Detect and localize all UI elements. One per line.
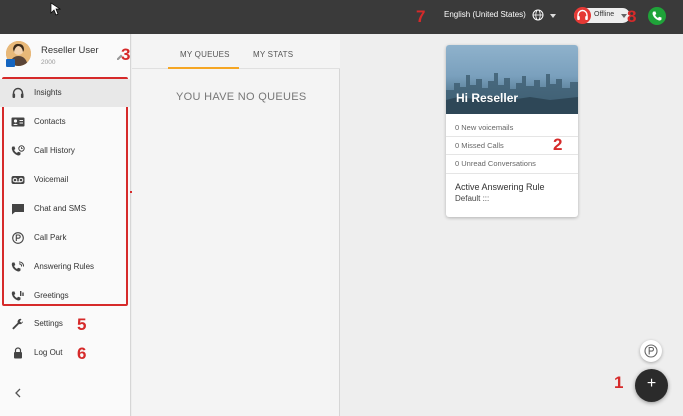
annotation-2: 2 — [553, 135, 563, 154]
headset-icon — [12, 87, 24, 98]
sidebar-item-label: Answering Rules — [34, 262, 95, 271]
mouse-cursor-icon — [50, 2, 62, 16]
user-name: Reseller User — [41, 45, 99, 56]
plus-icon: + — [646, 375, 657, 392]
tab-my-stats[interactable]: MY STATS — [253, 50, 293, 59]
language-selector[interactable]: English (United States) — [444, 10, 526, 19]
sidebar-item-label: Call History — [34, 146, 75, 155]
phone-icon — [652, 11, 662, 21]
annotation-7: 7 — [416, 7, 426, 26]
sidebar-item-label: Call Park — [34, 233, 67, 242]
annotation-5: 5 — [77, 315, 87, 334]
greetings-icon — [11, 291, 24, 301]
headset-offline-icon[interactable] — [574, 7, 591, 24]
annotation-3: 3 — [121, 45, 131, 64]
divider — [446, 173, 578, 174]
sidebar-item-label: Voicemail — [34, 175, 69, 184]
sidebar-item-chat-sms[interactable]: Chat and SMS — [0, 195, 130, 223]
tab-my-queues[interactable]: MY QUEUES — [180, 50, 230, 59]
unread-conversations-link[interactable]: 0 Unread Conversations — [455, 159, 536, 168]
voicemail-icon — [11, 176, 25, 184]
parking-icon — [644, 344, 658, 358]
new-voicemails-link[interactable]: 0 New voicemails — [455, 123, 513, 132]
sidebar-item-label: Insights — [34, 88, 62, 97]
call-history-icon — [11, 145, 25, 156]
empty-queues-message: YOU HAVE NO QUEUES — [176, 91, 307, 103]
parking-icon — [12, 232, 24, 244]
sidebar-item-logout[interactable]: Log Out 6 — [0, 339, 130, 367]
sidebar-item-voicemail[interactable]: Voicemail — [0, 166, 130, 194]
active-tab-indicator — [168, 67, 239, 69]
call-park-button[interactable] — [640, 340, 662, 362]
annotation-6: 6 — [77, 344, 87, 363]
status-label: Offline — [594, 11, 615, 18]
sidebar-item-contacts[interactable]: Contacts — [0, 108, 130, 136]
collapse-sidebar-icon[interactable] — [13, 388, 23, 398]
sidebar-item-label: Greetings — [34, 291, 69, 300]
sidebar-item-call-history[interactable]: Call History — [0, 137, 130, 165]
greeting-title: Hi Reseller — [456, 91, 519, 105]
lock-icon — [14, 347, 22, 359]
sidebar-item-call-park[interactable]: Call Park — [0, 224, 130, 252]
add-button[interactable]: + — [635, 369, 668, 402]
answering-rules-icon — [11, 261, 25, 272]
top-bar: 7 English (United States) Offline 8 — [0, 0, 683, 34]
sidebar-item-answering-rules[interactable]: Answering Rules — [0, 253, 130, 281]
user-profile[interactable]: Reseller User 2000 3 — [0, 34, 131, 74]
missed-calls-link[interactable]: 0 Missed Calls — [455, 141, 504, 150]
user-extension: 2000 — [41, 59, 56, 66]
presence-indicator — [6, 59, 15, 67]
queues-panel: MY QUEUES MY STATS YOU HAVE NO QUEUES — [132, 34, 340, 416]
language-dropdown-icon[interactable] — [550, 14, 556, 18]
dialer-button[interactable] — [648, 7, 666, 25]
active-rule-title: Active Answering Rule — [455, 182, 545, 192]
sidebar-item-label: Chat and SMS — [34, 204, 87, 213]
annotation-1: 1 — [614, 373, 624, 392]
active-rule-value[interactable]: Default ::: — [455, 194, 489, 203]
sidebar-item-settings[interactable]: Settings 5 — [0, 310, 130, 338]
sidebar-item-label: Settings — [34, 319, 63, 328]
sidebar: Reseller User 2000 3 4 Insights Contacts — [0, 34, 157, 416]
queue-tabs: MY QUEUES MY STATS — [132, 34, 340, 69]
wrench-icon — [12, 318, 23, 330]
city-skyline-image: Hi Reseller — [446, 45, 578, 114]
sidebar-item-insights[interactable]: Insights — [0, 79, 130, 107]
contact-card-icon — [11, 117, 25, 127]
globe-icon[interactable] — [532, 9, 544, 21]
sidebar-item-greetings[interactable]: Greetings — [0, 282, 130, 310]
sidebar-item-label: Contacts — [34, 117, 66, 126]
chat-icon — [12, 204, 24, 215]
annotation-8: 8 — [627, 7, 637, 26]
sidebar-item-label: Log Out — [34, 348, 63, 357]
welcome-card: Hi Reseller 0 New voicemails 0 Missed Ca… — [446, 45, 578, 217]
